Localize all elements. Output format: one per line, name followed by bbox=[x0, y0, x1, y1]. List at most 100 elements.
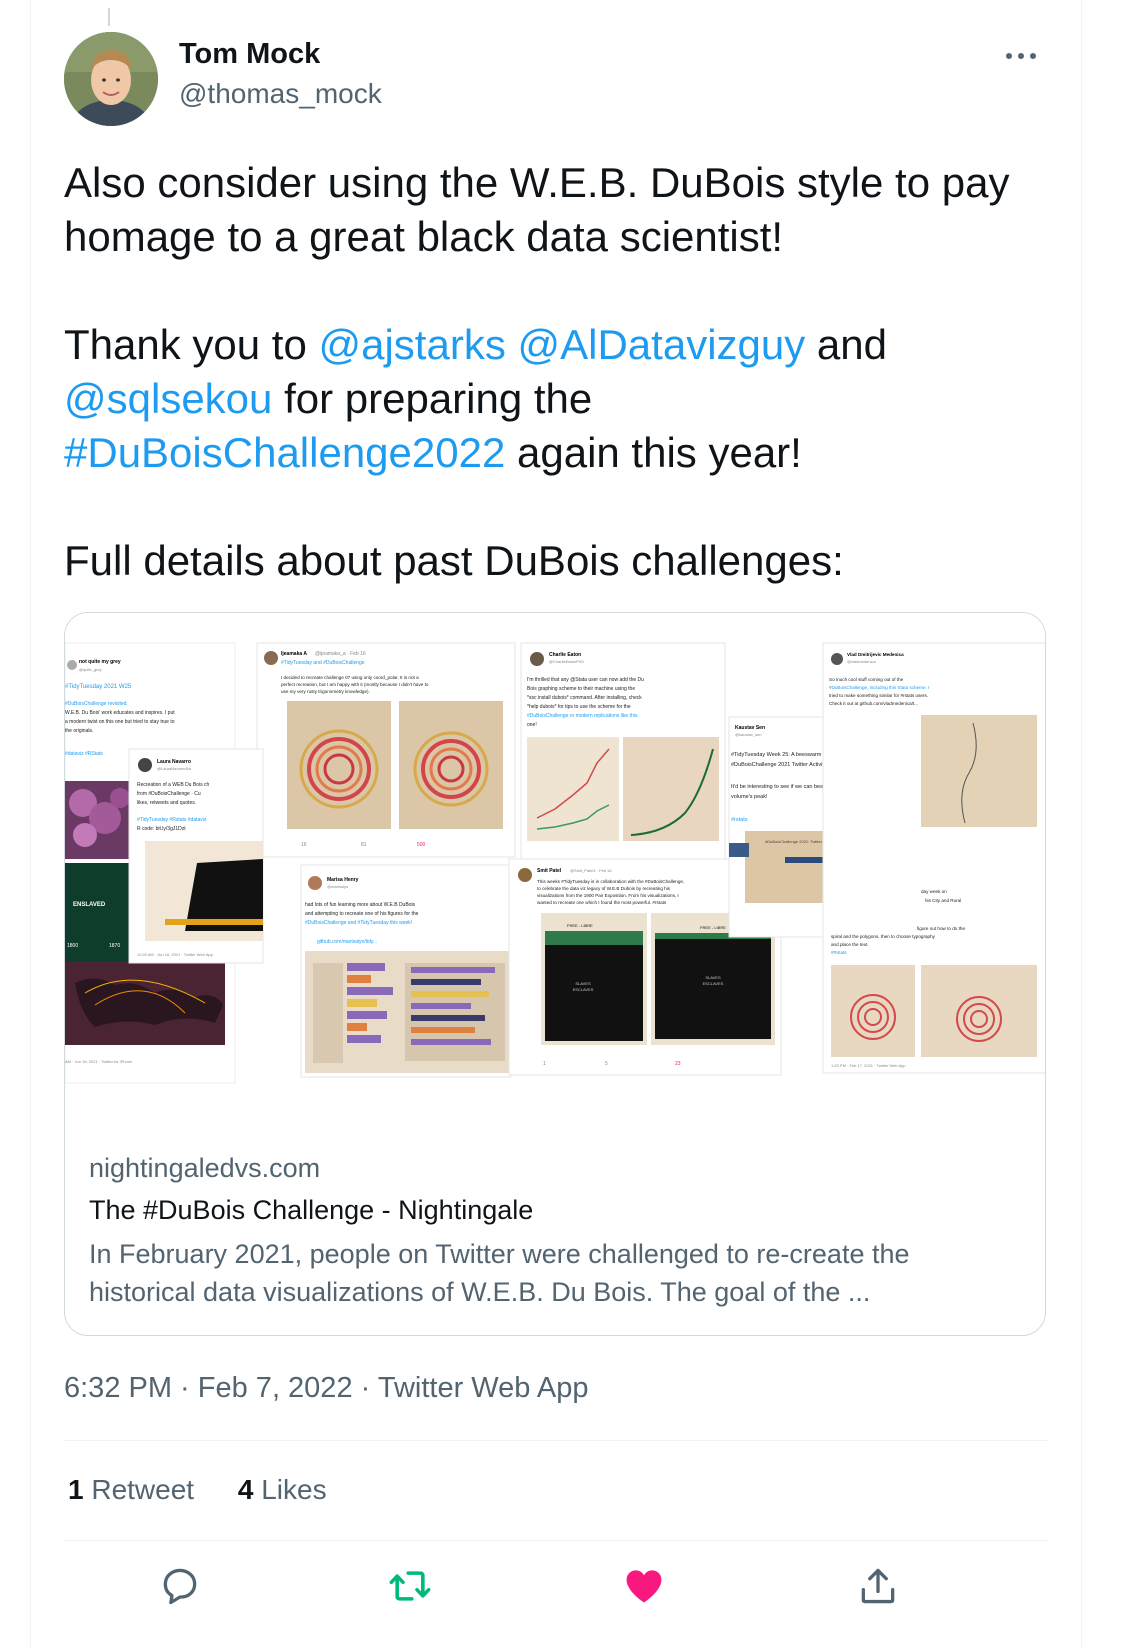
collage-avatar bbox=[518, 868, 532, 882]
likes-stat[interactable]: 4 Likes bbox=[238, 1474, 327, 1505]
collage-text: from #DuBoisChallenge · Cu bbox=[137, 791, 201, 797]
collage-label: FREE - LIBRE bbox=[567, 923, 593, 928]
collage-timestamp: 1:23 PM · Feb 17, 2021 · Twitter Web App bbox=[831, 1063, 906, 1068]
collage-handle: @Smit_Patel1 · Feb 16 bbox=[570, 868, 612, 873]
collage-text: It'd be interesting to see if we can bea… bbox=[731, 784, 834, 790]
collage-text: So much cool stuff coming out of the bbox=[829, 677, 904, 682]
avatar[interactable] bbox=[64, 32, 158, 126]
tweet-date[interactable]: Feb 7, 2022 bbox=[198, 1372, 353, 1404]
card-image: not quite my grey @quite_grey #TidyTuesd… bbox=[65, 613, 1045, 1128]
collage-text: figure out how to do the bbox=[917, 926, 965, 931]
collage-count: 1 bbox=[543, 1061, 546, 1067]
collage-label: 1800 bbox=[67, 943, 78, 949]
author-handle[interactable]: @thomas_mock bbox=[179, 78, 382, 110]
collage-label: SLAVES bbox=[575, 981, 591, 986]
collage-text: R code: bit.ly/3gJ1Dzt bbox=[137, 826, 186, 832]
retweet-button[interactable] bbox=[388, 1564, 432, 1608]
collage-text: #DuBoisChallenge 2021 Twitter Activity. bbox=[731, 762, 828, 768]
tweet-text-segment: for preparing the bbox=[272, 375, 593, 422]
collage-text: use my very rusty trigonometry knowledge… bbox=[281, 689, 370, 694]
collage-tweet-4: Charlie Eaton @CharlieEatonPhD I'm thril… bbox=[520, 642, 726, 866]
tweet-spacer bbox=[64, 480, 1024, 534]
collage-tweet-8: Vlad Dmitrijevic Medenica @vladmedenica … bbox=[822, 642, 1045, 1074]
collage-text: This weeks #TidyTuesday is in collaborat… bbox=[537, 879, 684, 884]
author-name[interactable]: Tom Mock bbox=[179, 38, 320, 71]
collage-handle: @marisalyn bbox=[327, 884, 348, 889]
collage-spiral-image bbox=[831, 965, 915, 1057]
collage-text: #TidyTuesday Week 25: A beeswarm plot of bbox=[731, 752, 838, 758]
card-description: In February 2021, people on Twitter were… bbox=[89, 1239, 910, 1307]
collage-name: Laura Navarro bbox=[157, 759, 191, 765]
collage-text: volume's peak! bbox=[731, 794, 768, 800]
likes-count: 4 bbox=[237, 1474, 254, 1505]
meta-separator: · bbox=[172, 1372, 198, 1404]
hashtag-link[interactable]: #DuBoisChallenge2022 bbox=[64, 429, 505, 476]
collage-name: Marisa Henry bbox=[327, 877, 359, 883]
collage-text: #DuBoisChallenge or modern replications … bbox=[527, 713, 638, 719]
tweet-paragraph: Full details about past DuBois challenge… bbox=[64, 537, 844, 584]
share-icon bbox=[861, 1568, 895, 1604]
collage-text: #Rstats bbox=[831, 950, 847, 955]
collage-handle: @kaustav_sen bbox=[735, 732, 762, 737]
collage-text: wanted to recreate one which I found the… bbox=[537, 900, 667, 905]
collage-avatar bbox=[138, 758, 152, 772]
divider bbox=[64, 1440, 1048, 1441]
link-card[interactable]: not quite my grey @quite_grey #TidyTuesd… bbox=[64, 612, 1046, 1336]
collage-handle: @vladmedenica bbox=[847, 659, 877, 664]
mention-link[interactable]: @ajstarks bbox=[318, 321, 505, 368]
collage-name: Ijeamaka A bbox=[281, 651, 307, 657]
collage-text: *ssc install dubois* command. After inst… bbox=[527, 695, 642, 701]
collage-label: SLAVES bbox=[705, 975, 721, 980]
tweet-text-segment: and bbox=[805, 321, 887, 368]
retweets-stat[interactable]: 1 Retweet bbox=[68, 1474, 194, 1505]
collage-name: Charlie Eaton bbox=[549, 652, 581, 658]
collage-text: to celebrate the data viz legacy of W.E.… bbox=[537, 886, 671, 891]
retweet-icon bbox=[389, 1571, 431, 1601]
thread-connector bbox=[108, 8, 110, 26]
collage-text: #TidyTuesday and #DuBoisChallenge bbox=[281, 660, 365, 666]
collage-text: the originals. bbox=[65, 728, 93, 734]
collage-image: not quite my grey @quite_grey #TidyTuesd… bbox=[65, 613, 1045, 1128]
collage-text: #rstats bbox=[731, 817, 748, 823]
collage-name: not quite my grey bbox=[79, 659, 121, 665]
collage-tweet-2: Ijeamaka A @ijeamaka_a · Feb 16 #TidyTue… bbox=[256, 642, 516, 858]
collage-avatar bbox=[308, 876, 322, 890]
collage-name: Kaustav Sen bbox=[735, 725, 765, 731]
collage-avatar bbox=[67, 660, 77, 670]
collage-handle: @quite_grey bbox=[79, 667, 102, 672]
more-dot-icon bbox=[1030, 53, 1036, 59]
more-options-button[interactable] bbox=[998, 40, 1044, 70]
collage-count: 81 bbox=[361, 842, 367, 848]
tweet-text: Also consider using the W.E.B. DuBois st… bbox=[64, 156, 1024, 588]
collage-text: #DuBoisChallenge and #TidyTuesday this w… bbox=[305, 920, 412, 926]
tweet-spacer bbox=[64, 264, 1024, 318]
mention-link[interactable]: @AlDatavizguy bbox=[518, 321, 806, 368]
collage-text: Check it out at github.com/vladmedenica/… bbox=[829, 701, 918, 706]
mention-link[interactable]: @sqlsekou bbox=[64, 375, 272, 422]
collage-tweet-5: Marisa Henry @marisalyn had lots of fun … bbox=[300, 864, 512, 1078]
collage-timestamp: 11:09 AM · Jun 16, 2021 · Twitter Web Ap… bbox=[137, 952, 214, 957]
collage-text: and attempting to recreate one of his fi… bbox=[305, 911, 419, 917]
reply-button[interactable] bbox=[158, 1564, 202, 1608]
tweet-meta: 6:32 PM · Feb 7, 2022 · Twitter Web App bbox=[64, 1372, 588, 1405]
collage-name: Vlad Dmitrijevic Medenica bbox=[847, 652, 904, 657]
collage-avatar bbox=[264, 651, 278, 665]
collage-text: github.com/marisalyn/tidy... bbox=[317, 939, 377, 945]
collage-ridge-chart bbox=[921, 715, 1037, 827]
likes-label: Likes bbox=[261, 1474, 327, 1505]
collage-text: I'm thrilled that any @Stata user can no… bbox=[527, 677, 644, 683]
more-dot-icon bbox=[1018, 53, 1024, 59]
collage-text: perfect recreation, but I am happy with … bbox=[281, 682, 429, 687]
tweet-paragraph: Thank you to @ajstarks @AlDatavizguy and… bbox=[64, 318, 1024, 480]
collage-text: #DuBoisChallenge, including this Stata s… bbox=[829, 685, 929, 690]
share-button[interactable] bbox=[856, 1564, 900, 1608]
tweet-time[interactable]: 6:32 PM bbox=[64, 1372, 172, 1404]
tweet-source-link[interactable]: Twitter Web App bbox=[378, 1372, 589, 1404]
tweet-paragraph: Also consider using the W.E.B. DuBois st… bbox=[64, 159, 1010, 260]
collage-text: a modern twist on this one but tried to … bbox=[65, 719, 175, 725]
collage-name: Smit Patel bbox=[537, 868, 562, 874]
like-button[interactable] bbox=[622, 1564, 666, 1608]
reply-icon bbox=[163, 1568, 197, 1605]
tweet-stats: 1 Retweet 4 Likes bbox=[68, 1474, 363, 1506]
collage-text: W.E.B. Du Bois' work educates and inspir… bbox=[65, 710, 175, 716]
